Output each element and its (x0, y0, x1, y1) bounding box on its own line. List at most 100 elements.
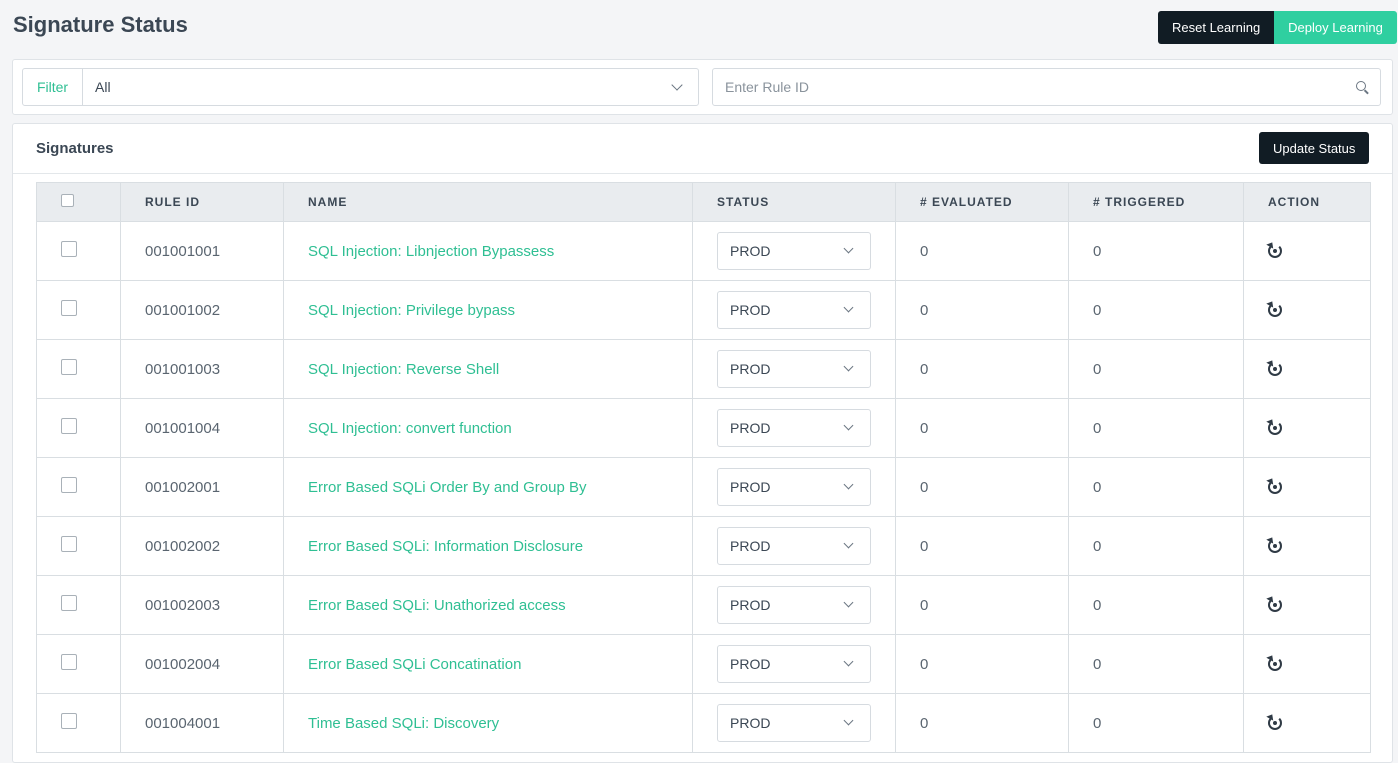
triggered-cell: 0 (1068, 339, 1244, 399)
table-row: 001001001 SQL Injection: Libnjection Bypa… (36, 221, 1371, 281)
filter-select[interactable]: All (83, 69, 698, 105)
reset-icon[interactable] (1268, 362, 1282, 376)
row-checkbox[interactable] (61, 713, 77, 729)
triggered-cell: 0 (1068, 221, 1244, 281)
row-select-cell (36, 339, 121, 399)
reset-icon[interactable] (1268, 480, 1282, 494)
reset-icon[interactable] (1268, 421, 1282, 435)
row-checkbox[interactable] (61, 418, 77, 434)
chevron-down-icon (843, 420, 854, 431)
select-all-cell (36, 182, 121, 222)
status-select[interactable]: PROD (717, 409, 871, 447)
table-row: 001001004 SQL Injection: convert function… (36, 398, 1371, 458)
reset-icon[interactable] (1268, 539, 1282, 553)
row-checkbox[interactable] (61, 595, 77, 611)
triggered-cell: 0 (1068, 693, 1244, 753)
status-cell: PROD (692, 339, 896, 399)
reset-icon[interactable] (1268, 244, 1282, 258)
name-cell: SQL Injection: convert function (283, 398, 693, 458)
row-checkbox[interactable] (61, 241, 77, 257)
status-value: PROD (730, 715, 771, 731)
chevron-down-icon (843, 361, 854, 372)
col-evaluated[interactable]: # EVALUATED (895, 182, 1069, 222)
evaluated-cell: 0 (895, 280, 1069, 340)
col-name[interactable]: NAME (283, 182, 693, 222)
status-value: PROD (730, 597, 771, 613)
signature-name-link[interactable]: SQL Injection: Privilege bypass (308, 302, 515, 319)
update-status-button[interactable]: Update Status (1259, 132, 1370, 164)
rule-id-search (712, 68, 1381, 106)
search-icon[interactable] (1356, 81, 1366, 91)
action-cell (1243, 693, 1371, 753)
evaluated-cell: 0 (895, 693, 1069, 753)
row-select-cell (36, 575, 121, 635)
row-select-cell (36, 398, 121, 458)
signature-name-link[interactable]: Error Based SQLi Order By and Group By (308, 479, 586, 496)
triggered-cell: 0 (1068, 634, 1244, 694)
header-actions: Reset Learning Deploy Learning (1158, 11, 1397, 44)
reset-icon[interactable] (1268, 303, 1282, 317)
select-all-checkbox[interactable] (61, 194, 74, 207)
col-rule-id[interactable]: RULE ID (120, 182, 284, 222)
filter-label: Filter (23, 69, 83, 105)
col-action: ACTION (1243, 182, 1371, 222)
row-select-cell (36, 457, 121, 517)
status-cell: PROD (692, 221, 896, 281)
signature-name-link[interactable]: Error Based SQLi: Information Disclosure (308, 538, 583, 555)
signature-name-link[interactable]: Time Based SQLi: Discovery (308, 715, 499, 732)
signature-name-link[interactable]: SQL Injection: convert function (308, 420, 512, 437)
chevron-down-icon (843, 538, 854, 549)
action-cell (1243, 457, 1371, 517)
rule-id-cell: 001002001 (120, 457, 284, 517)
triggered-cell: 0 (1068, 575, 1244, 635)
signatures-header: Signatures Update Status (13, 124, 1392, 174)
status-select[interactable]: PROD (717, 468, 871, 506)
col-status[interactable]: STATUS (692, 182, 896, 222)
status-select[interactable]: PROD (717, 586, 871, 624)
signature-name-link[interactable]: SQL Injection: Libnjection Bypassess (308, 243, 554, 260)
reset-icon[interactable] (1268, 598, 1282, 612)
status-value: PROD (730, 656, 771, 672)
name-cell: Error Based SQLi: Unathorized access (283, 575, 693, 635)
status-cell: PROD (692, 575, 896, 635)
signature-name-link[interactable]: Error Based SQLi Concatination (308, 656, 521, 673)
name-cell: SQL Injection: Libnjection Bypassess (283, 221, 693, 281)
row-checkbox[interactable] (61, 477, 77, 493)
row-select-cell (36, 516, 121, 576)
table-row: 001001002 SQL Injection: Privilege bypass… (36, 280, 1371, 340)
chevron-down-icon (843, 597, 854, 608)
action-cell (1243, 634, 1371, 694)
status-select[interactable]: PROD (717, 291, 871, 329)
rule-id-cell: 001004001 (120, 693, 284, 753)
row-checkbox[interactable] (61, 359, 77, 375)
signature-name-link[interactable]: Error Based SQLi: Unathorized access (308, 597, 566, 614)
row-select-cell (36, 221, 121, 281)
status-select[interactable]: PROD (717, 232, 871, 270)
evaluated-cell: 0 (895, 634, 1069, 694)
status-select[interactable]: PROD (717, 704, 871, 742)
name-cell: Error Based SQLi Order By and Group By (283, 457, 693, 517)
status-select[interactable]: PROD (717, 645, 871, 683)
row-checkbox[interactable] (61, 536, 77, 552)
rule-id-input[interactable] (713, 69, 1380, 105)
name-cell: SQL Injection: Privilege bypass (283, 280, 693, 340)
rule-id-cell: 001001001 (120, 221, 284, 281)
reset-icon[interactable] (1268, 716, 1282, 730)
reset-learning-button[interactable]: Reset Learning (1158, 11, 1275, 44)
row-checkbox[interactable] (61, 300, 77, 316)
row-checkbox[interactable] (61, 654, 77, 670)
signature-name-link[interactable]: SQL Injection: Reverse Shell (308, 361, 499, 378)
signatures-table: RULE ID NAME STATUS # EVALUATED # TRIGGE… (36, 182, 1371, 753)
rule-id-cell: 001002003 (120, 575, 284, 635)
col-triggered[interactable]: # TRIGGERED (1068, 182, 1244, 222)
name-cell: SQL Injection: Reverse Shell (283, 339, 693, 399)
rule-id-cell: 001001004 (120, 398, 284, 458)
reset-icon[interactable] (1268, 657, 1282, 671)
table-row: 001004001 Time Based SQLi: Discovery PROD 0… (36, 693, 1371, 753)
triggered-cell: 0 (1068, 398, 1244, 458)
chevron-down-icon (843, 656, 854, 667)
deploy-learning-button[interactable]: Deploy Learning (1274, 11, 1397, 44)
evaluated-cell: 0 (895, 575, 1069, 635)
status-select[interactable]: PROD (717, 350, 871, 388)
status-select[interactable]: PROD (717, 527, 871, 565)
